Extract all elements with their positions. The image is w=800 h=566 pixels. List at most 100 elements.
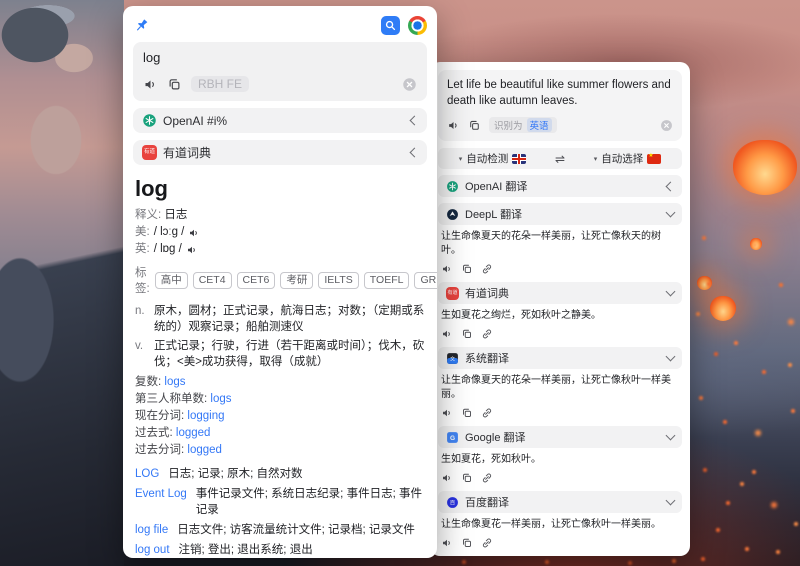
tag-badge: GRE: [414, 272, 437, 289]
link-icon[interactable]: [481, 406, 493, 418]
sky-lantern: [697, 276, 712, 290]
link-icon[interactable]: [481, 262, 493, 274]
service-google: G Google 翻译 生如夏花，死如秋叶。: [438, 426, 682, 485]
pos-label: n.: [135, 303, 149, 335]
svg-text:百: 百: [450, 499, 456, 506]
form-link[interactable]: logs: [210, 393, 231, 405]
link-icon[interactable]: [481, 536, 493, 548]
speaker-icon[interactable]: [441, 327, 453, 339]
form-link[interactable]: logs: [164, 376, 185, 388]
translation-result: 让生命像夏天的花朵一样美丽，让死亡像秋天的树叶。: [441, 230, 679, 258]
uk-flag-icon: [512, 154, 526, 164]
youdao-icon: 有道: [142, 145, 157, 160]
chevron-expanded-icon: [666, 496, 676, 506]
speaker-icon[interactable]: [447, 119, 460, 132]
service-header[interactable]: 百 百度翻译: [438, 491, 682, 513]
phrase-def: 日志文件; 访客流量统计文件; 记录档; 记录文件: [177, 522, 425, 538]
detect-language[interactable]: 英语: [527, 118, 552, 132]
sky-lantern: [733, 140, 797, 195]
clear-input-icon[interactable]: [660, 119, 673, 132]
service-header[interactable]: OpenAI 翻译: [438, 175, 682, 197]
dictionary-popup: log RBH FE OpenAI #i% 有道 有道词典 log 释义: 日志…: [123, 6, 437, 558]
speaker-icon[interactable]: [188, 227, 200, 239]
speaker-icon[interactable]: [143, 77, 158, 92]
translation-result: 让生命像夏天的花朵一样美丽，让死亡像秋叶一样美丽。: [441, 374, 679, 402]
form-link[interactable]: logged: [176, 427, 211, 439]
tag-badge: CET4: [193, 272, 232, 289]
phrase-link[interactable]: Event Log: [135, 486, 187, 518]
pin-icon[interactable]: [133, 17, 150, 34]
sky-lantern: [750, 238, 762, 250]
phrase-row: LOG日志; 记录; 原木; 自然对数: [135, 466, 425, 482]
definitions: n. 原木，圆材；正式记录，航海日志；对数；（定期或系统的）观察记录；船舶测速仪…: [135, 303, 425, 370]
tag-badge: IELTS: [318, 272, 358, 289]
form-row: 过去式: logged: [135, 425, 425, 442]
speaker-icon[interactable]: [441, 262, 453, 274]
definition-text: 正式记录；行驶，行进（若干距离或时间）；伐木，砍伐；<美>成功获得，取得（成就）: [154, 338, 425, 370]
speaker-icon[interactable]: [441, 536, 453, 548]
form-link[interactable]: logging: [187, 410, 224, 422]
query-text[interactable]: log: [143, 50, 417, 65]
chrome-icon[interactable]: [408, 16, 427, 35]
phrase-def: 注销; 登出; 退出系统; 退出: [179, 542, 425, 558]
copy-icon[interactable]: [461, 471, 473, 483]
chevron-collapsed-icon: [410, 148, 420, 158]
speaker-icon[interactable]: [186, 244, 198, 256]
phrase-def: 事件记录文件; 系统日志纪录; 事件日志; 事件记录: [196, 486, 425, 518]
youdao-icon: 有道: [446, 287, 459, 300]
speaker-icon[interactable]: [441, 471, 453, 483]
phrase-link[interactable]: LOG: [135, 466, 159, 482]
phrase-link[interactable]: log out: [135, 542, 170, 558]
tags-label: 标签:: [135, 264, 150, 296]
copy-icon[interactable]: [468, 119, 481, 132]
target-language-label: 自动选择: [601, 151, 643, 166]
speaker-icon[interactable]: [441, 406, 453, 418]
copy-icon[interactable]: [461, 327, 473, 339]
service-bar-openai[interactable]: OpenAI #i%: [133, 108, 427, 133]
tag-badge: 考研: [280, 272, 313, 289]
phrase-link[interactable]: log file: [135, 522, 168, 538]
service-label: OpenAI #i%: [163, 114, 405, 128]
service-openai: OpenAI 翻译: [438, 175, 682, 197]
chevron-expanded-icon: [666, 352, 676, 362]
gloss-row: 释义: 日志: [135, 207, 425, 224]
language-bar: ▾ 自动检测 ⇌ ▾ 自动选择: [438, 148, 682, 169]
definition-noun: n. 原木，圆材；正式记录，航海日志；对数；（定期或系统的）观察记录；船舶测速仪: [135, 303, 425, 335]
source-language-label: 自动检测: [466, 151, 508, 166]
service-header[interactable]: 有道 有道词典: [438, 282, 682, 304]
popup-toolbar: [133, 14, 427, 36]
swap-languages-icon[interactable]: ⇌: [547, 152, 573, 166]
source-text[interactable]: Let life be beautiful like summer flower…: [447, 77, 673, 109]
tag-badge: 高中: [155, 272, 188, 289]
translate-extension-icon[interactable]: [381, 16, 400, 35]
source-language-select[interactable]: ▾ 自动检测: [438, 151, 547, 166]
service-label: OpenAI 翻译: [465, 178, 661, 194]
form-link[interactable]: logged: [187, 444, 222, 456]
phonetic-uk: 英: / lɒg /: [135, 241, 425, 258]
form-row: 过去分词: logged: [135, 442, 425, 459]
phrases: LOG日志; 记录; 原木; 自然对数 Event Log 事件记录文件; 系统日…: [135, 466, 425, 558]
link-icon[interactable]: [481, 327, 493, 339]
copy-icon[interactable]: [461, 536, 473, 548]
clear-input-icon[interactable]: [402, 77, 417, 92]
deepl-icon: [446, 208, 459, 221]
source-text-box[interactable]: Let life be beautiful like summer flower…: [438, 70, 682, 141]
form-label: 过去分词:: [135, 444, 184, 456]
form-row: 第三人称单数: logs: [135, 391, 425, 408]
chevron-down-icon: ▾: [594, 155, 598, 163]
copy-icon[interactable]: [461, 262, 473, 274]
query-input-box[interactable]: log RBH FE: [133, 42, 427, 101]
copy-icon[interactable]: [167, 77, 182, 92]
link-icon[interactable]: [481, 471, 493, 483]
service-bar-youdao-dict[interactable]: 有道 有道词典: [133, 140, 427, 165]
copy-icon[interactable]: [461, 406, 473, 418]
chevron-down-icon: ▾: [459, 155, 463, 163]
service-deepl: DeepL 翻译 让生命像夏天的花朵一样美丽，让死亡像秋天的树叶。: [438, 203, 682, 276]
phonetic-label: 美:: [135, 224, 150, 241]
phonetic-us: 美: / lɔːg /: [135, 224, 425, 241]
service-header[interactable]: DeepL 翻译: [438, 203, 682, 225]
service-header[interactable]: 文 系统翻译: [438, 347, 682, 369]
service-header[interactable]: G Google 翻译: [438, 426, 682, 448]
target-language-select[interactable]: ▾ 自动选择: [573, 151, 682, 166]
chevron-expanded-icon: [666, 287, 676, 297]
